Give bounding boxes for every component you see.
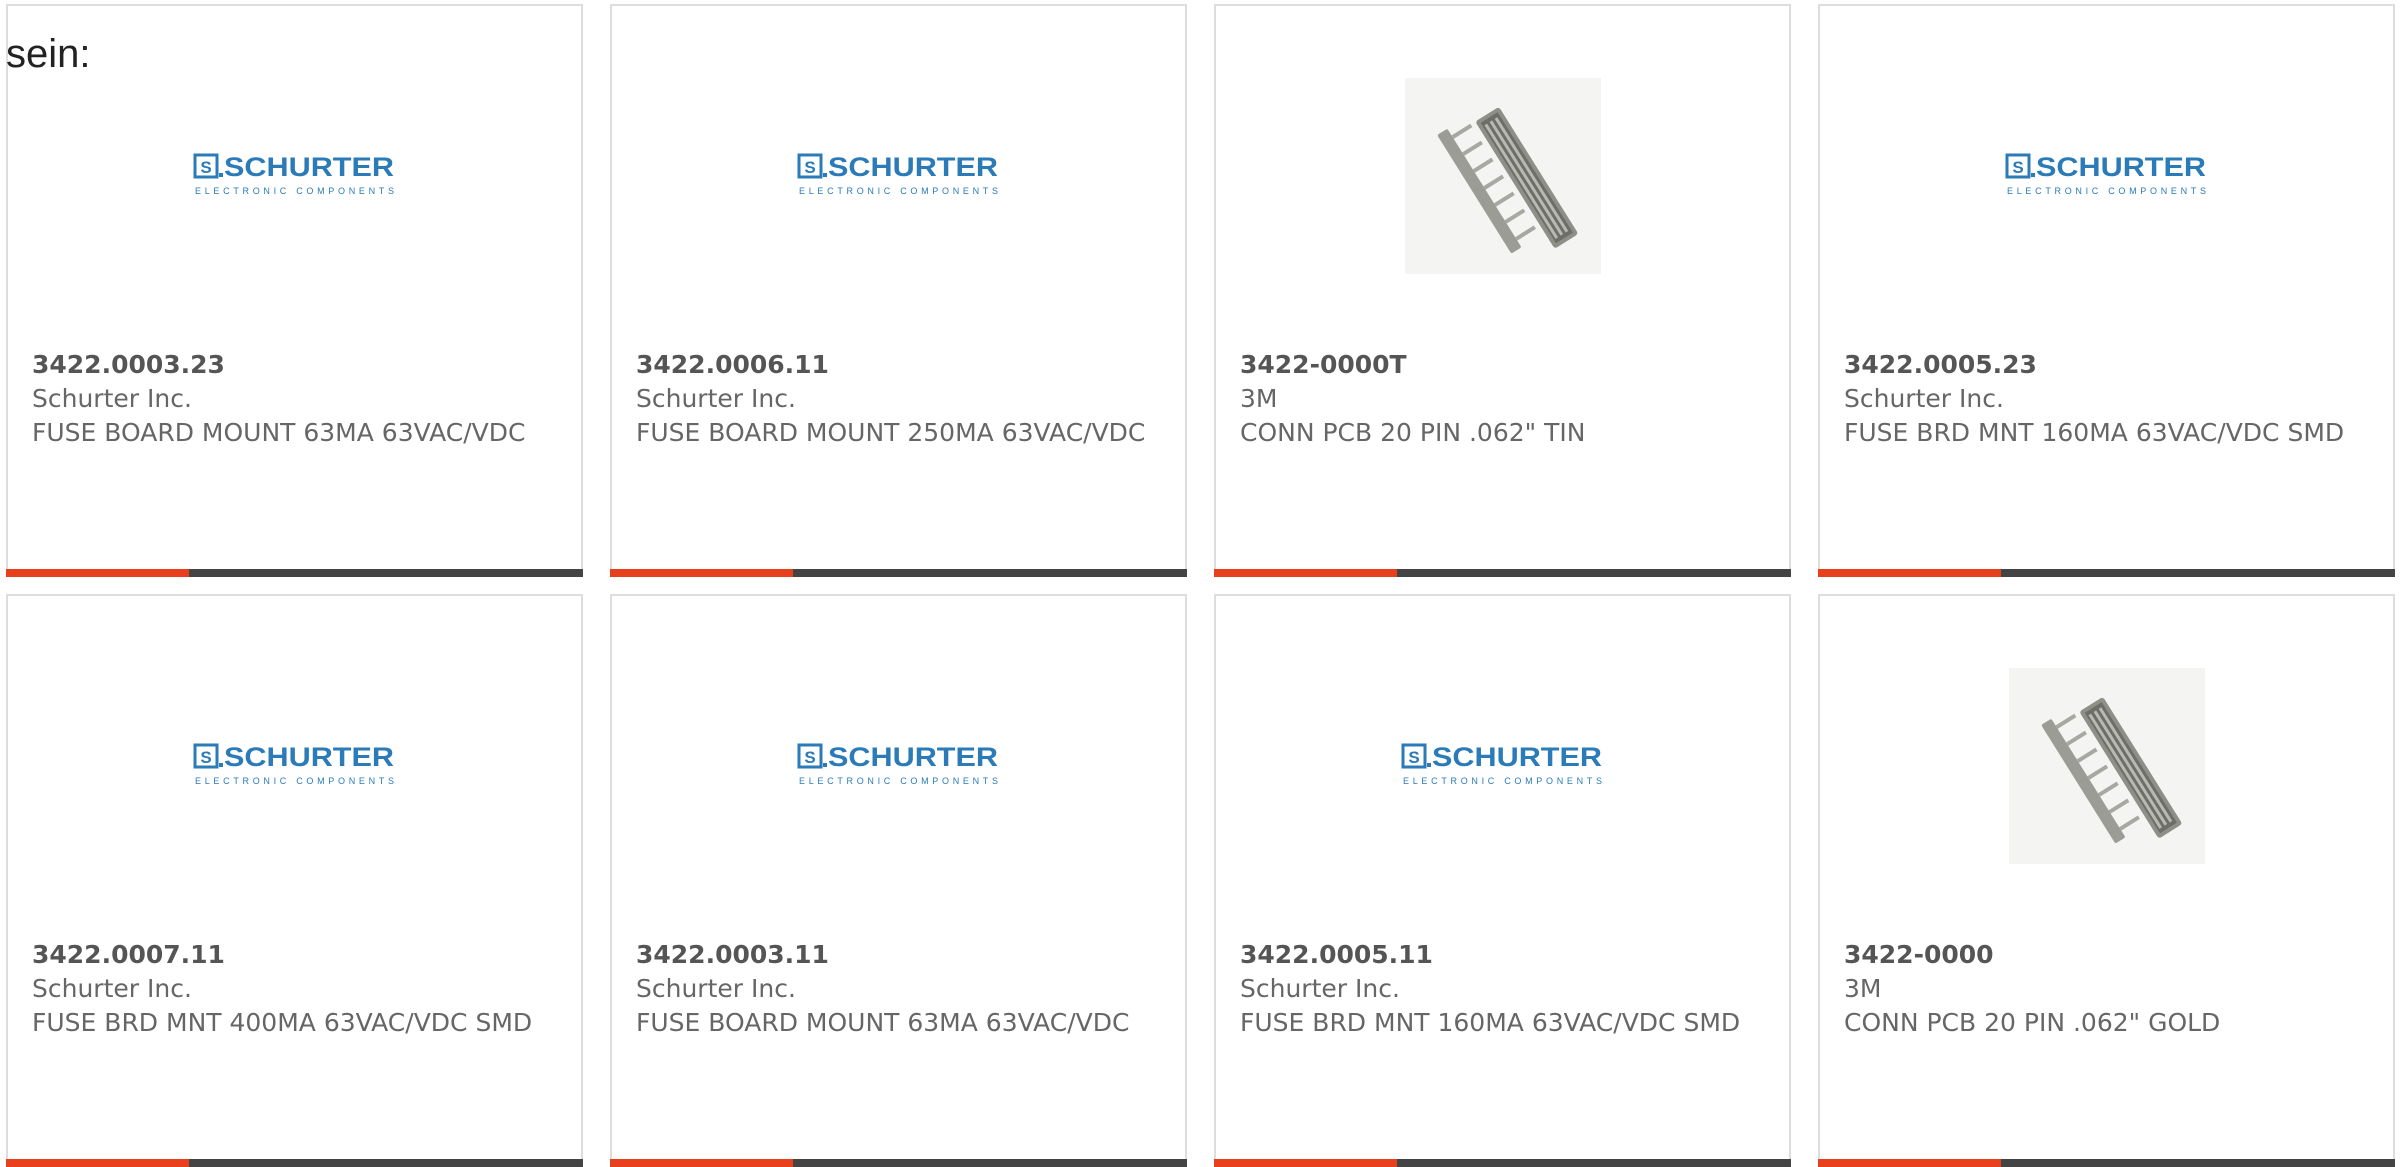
- product-image[interactable]: S SCHURTER ELECTRONIC COMPONENTS: [8, 656, 581, 876]
- schurter-logo-icon: S SCHURTER ELECTRONIC COMPONENTS: [193, 743, 394, 786]
- product-image[interactable]: [1820, 656, 2393, 876]
- svg-text:S: S: [200, 748, 211, 767]
- svg-text:SCHURTER: SCHURTER: [828, 743, 998, 772]
- product-info: 3422-0000T 3M CONN PCB 20 PIN .062" TIN: [1240, 348, 1769, 450]
- part-number[interactable]: 3422.0006.11: [636, 348, 1165, 382]
- product-card[interactable]: S SCHURTER ELECTRONIC COMPONENTS 3422.00…: [1214, 594, 1791, 1167]
- product-info: 3422.0005.23 Schurter Inc. FUSE BRD MNT …: [1844, 348, 2373, 450]
- schurter-logo-icon: S SCHURTER ELECTRONIC COMPONENTS: [193, 153, 394, 196]
- card-bottom-bar: [6, 1159, 583, 1167]
- card-accent-bar: [6, 1159, 189, 1167]
- description: CONN PCB 20 PIN .062" GOLD: [1844, 1008, 2221, 1037]
- svg-text:SCHURTER: SCHURTER: [2036, 153, 2206, 182]
- product-info: 3422.0003.11 Schurter Inc. FUSE BOARD MO…: [636, 938, 1165, 1040]
- card-accent-bar: [1818, 569, 2001, 577]
- manufacturer: Schurter Inc.: [636, 384, 796, 413]
- product-info: 3422.0006.11 Schurter Inc. FUSE BOARD MO…: [636, 348, 1165, 450]
- part-number[interactable]: 3422-0000: [1844, 938, 2373, 972]
- svg-text:ELECTRONIC COMPONENTS: ELECTRONIC COMPONENTS: [799, 186, 998, 196]
- svg-text:S: S: [804, 748, 815, 767]
- svg-text:ELECTRONIC COMPONENTS: ELECTRONIC COMPONENTS: [1403, 776, 1602, 786]
- card-accent-bar: [6, 569, 189, 577]
- description: FUSE BRD MNT 160MA 63VAC/VDC SMD: [1844, 418, 2345, 447]
- svg-text:ELECTRONIC COMPONENTS: ELECTRONIC COMPONENTS: [195, 186, 394, 196]
- schurter-logo-icon: S SCHURTER ELECTRONIC COMPONENTS: [2005, 153, 2206, 196]
- schurter-logo-icon: S SCHURTER ELECTRONIC COMPONENTS: [1401, 743, 1602, 786]
- svg-text:ELECTRONIC COMPONENTS: ELECTRONIC COMPONENTS: [2007, 186, 2206, 196]
- card-accent-bar: [1818, 1159, 2001, 1167]
- connector-photo: [2008, 668, 2205, 864]
- part-number[interactable]: 3422.0005.23: [1844, 348, 2373, 382]
- svg-text:ELECTRONIC COMPONENTS: ELECTRONIC COMPONENTS: [799, 776, 998, 786]
- part-number[interactable]: 3422.0007.11: [32, 938, 561, 972]
- product-card[interactable]: S SCHURTER ELECTRONIC COMPONENTS 3422.00…: [6, 4, 583, 577]
- intro-text: sein:: [6, 32, 91, 76]
- card-bottom-bar: [1818, 1159, 2395, 1167]
- product-info: 3422.0003.23 Schurter Inc. FUSE BOARD MO…: [32, 348, 561, 450]
- manufacturer: Schurter Inc.: [636, 974, 796, 1003]
- product-card[interactable]: 3422-0000T 3M CONN PCB 20 PIN .062" TIN: [1214, 4, 1791, 577]
- description: FUSE BRD MNT 400MA 63VAC/VDC SMD: [32, 1008, 533, 1037]
- manufacturer: Schurter Inc.: [1240, 974, 1400, 1003]
- description: FUSE BOARD MOUNT 250MA 63VAC/VDC: [636, 418, 1146, 447]
- card-accent-bar: [1214, 569, 1397, 577]
- manufacturer: 3M: [1240, 384, 1278, 413]
- card-bottom-bar: [1214, 1159, 1791, 1167]
- product-card[interactable]: S SCHURTER ELECTRONIC COMPONENTS 3422.00…: [610, 4, 1187, 577]
- card-bottom-bar: [1214, 569, 1791, 577]
- svg-text:SCHURTER: SCHURTER: [224, 153, 394, 182]
- part-number[interactable]: 3422-0000T: [1240, 348, 1769, 382]
- manufacturer: Schurter Inc.: [32, 384, 192, 413]
- product-image[interactable]: S SCHURTER ELECTRONIC COMPONENTS: [8, 66, 581, 286]
- description: FUSE BOARD MOUNT 63MA 63VAC/VDC: [32, 418, 526, 447]
- schurter-logo-icon: S SCHURTER ELECTRONIC COMPONENTS: [797, 743, 998, 786]
- svg-text:SCHURTER: SCHURTER: [224, 743, 394, 772]
- card-bottom-bar: [610, 569, 1187, 577]
- part-number[interactable]: 3422.0003.11: [636, 938, 1165, 972]
- svg-text:SCHURTER: SCHURTER: [1432, 743, 1602, 772]
- svg-text:S: S: [1408, 748, 1419, 767]
- product-image[interactable]: S SCHURTER ELECTRONIC COMPONENTS: [612, 66, 1185, 286]
- product-info: 3422-0000 3M CONN PCB 20 PIN .062" GOLD: [1844, 938, 2373, 1040]
- description: CONN PCB 20 PIN .062" TIN: [1240, 418, 1586, 447]
- svg-text:S: S: [804, 158, 815, 177]
- product-image[interactable]: S SCHURTER ELECTRONIC COMPONENTS: [1820, 66, 2393, 286]
- card-bottom-bar: [1818, 569, 2395, 577]
- connector-photo: [1404, 78, 1601, 274]
- svg-text:SCHURTER: SCHURTER: [828, 153, 998, 182]
- card-bottom-bar: [6, 569, 583, 577]
- manufacturer: Schurter Inc.: [32, 974, 192, 1003]
- svg-text:ELECTRONIC COMPONENTS: ELECTRONIC COMPONENTS: [195, 776, 394, 786]
- card-accent-bar: [1214, 1159, 1397, 1167]
- card-bottom-bar: [610, 1159, 1187, 1167]
- card-accent-bar: [610, 1159, 793, 1167]
- description: FUSE BRD MNT 160MA 63VAC/VDC SMD: [1240, 1008, 1741, 1037]
- product-card[interactable]: S SCHURTER ELECTRONIC COMPONENTS 3422.00…: [6, 594, 583, 1167]
- description: FUSE BOARD MOUNT 63MA 63VAC/VDC: [636, 1008, 1130, 1037]
- manufacturer: Schurter Inc.: [1844, 384, 2004, 413]
- card-accent-bar: [610, 569, 793, 577]
- product-image[interactable]: [1216, 66, 1789, 286]
- svg-text:S: S: [2012, 158, 2023, 177]
- product-image[interactable]: S SCHURTER ELECTRONIC COMPONENTS: [612, 656, 1185, 876]
- product-info: 3422.0005.11 Schurter Inc. FUSE BRD MNT …: [1240, 938, 1769, 1040]
- part-number[interactable]: 3422.0005.11: [1240, 938, 1769, 972]
- product-image[interactable]: S SCHURTER ELECTRONIC COMPONENTS: [1216, 656, 1789, 876]
- schurter-logo-icon: S SCHURTER ELECTRONIC COMPONENTS: [797, 153, 998, 196]
- product-info: 3422.0007.11 Schurter Inc. FUSE BRD MNT …: [32, 938, 561, 1040]
- product-card[interactable]: S SCHURTER ELECTRONIC COMPONENTS 3422.00…: [1818, 4, 2395, 577]
- svg-text:S: S: [200, 158, 211, 177]
- product-card[interactable]: 3422-0000 3M CONN PCB 20 PIN .062" GOLD: [1818, 594, 2395, 1167]
- product-card[interactable]: S SCHURTER ELECTRONIC COMPONENTS 3422.00…: [610, 594, 1187, 1167]
- manufacturer: 3M: [1844, 974, 1882, 1003]
- part-number[interactable]: 3422.0003.23: [32, 348, 561, 382]
